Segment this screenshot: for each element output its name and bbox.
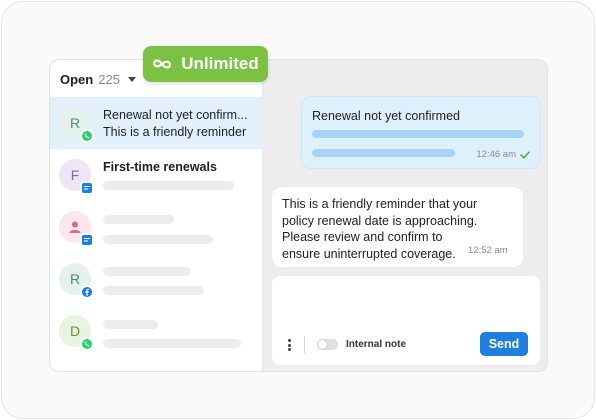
outgoing-message: This is a friendly reminder that your po…: [272, 187, 523, 267]
preview-placeholder: [103, 181, 234, 190]
avatar-initial: F: [70, 167, 80, 183]
avatar-initial: R: [69, 115, 81, 131]
conversation-item[interactable]: [50, 201, 263, 253]
title-placeholder: [103, 215, 174, 224]
checkmark-icon: [520, 150, 530, 159]
message-timestamp: 12:46 am: [476, 149, 516, 160]
message-line: Please review and confirm to: [282, 230, 443, 244]
whatsapp-icon: [80, 129, 94, 143]
send-button[interactable]: Send: [480, 332, 528, 356]
text-placeholder: [312, 130, 524, 138]
conversation-item[interactable]: D: [50, 305, 263, 357]
person-icon: [69, 221, 81, 233]
incoming-message: Renewal not yet confirmed 12:46 am: [301, 96, 541, 169]
chat-icon: [80, 233, 94, 247]
message-line: This is a friendly reminder that your: [282, 197, 478, 211]
conversation-item[interactable]: R Renewal not yet confirm... This is a f…: [50, 97, 263, 149]
chevron-down-icon: [127, 76, 136, 82]
message-composer[interactable]: Internal note Send: [272, 276, 540, 365]
inbox-filter[interactable]: Open 225: [60, 70, 136, 88]
text-placeholder: [312, 149, 455, 157]
messaging-app: Open 225 R Renewal not yet confirm... Th…: [49, 59, 548, 372]
preview-placeholder: [103, 286, 204, 295]
conversation-preview: This is a friendly reminder: [103, 125, 247, 139]
avatar-initial: D: [69, 323, 81, 339]
more-options-icon[interactable]: [288, 339, 291, 351]
internal-note-toggle[interactable]: [317, 339, 338, 350]
infinity-icon: [153, 59, 172, 69]
preview-placeholder: [103, 235, 213, 244]
message-line: policy renewal date is approaching.: [282, 213, 478, 228]
unlimited-badge: Unlimited: [143, 46, 268, 82]
chat-icon: [80, 181, 94, 195]
whatsapp-icon: [80, 337, 94, 351]
facebook-icon: [80, 285, 94, 299]
divider: [304, 336, 305, 353]
message-time: 12:46 am: [476, 149, 530, 160]
preview-placeholder: [103, 339, 241, 348]
message-text: This is a friendly reminder that your po…: [282, 196, 477, 262]
title-placeholder: [103, 320, 158, 329]
internal-note-label: Internal note: [346, 339, 407, 350]
inbox-filter-label: Open: [60, 71, 94, 87]
conversation-item[interactable]: R: [50, 253, 263, 305]
avatar-initial: R: [69, 271, 81, 287]
message-timestamp: 12:52 am: [468, 245, 508, 256]
conversation-title: First-time renewals: [103, 160, 217, 174]
title-placeholder: [103, 267, 191, 276]
conversation-list: Open 225 R Renewal not yet confirm... Th…: [50, 60, 263, 371]
message-line: ensure uninterrupted coverage.: [282, 246, 456, 261]
inbox-count: 225: [98, 71, 120, 87]
conversation-title: Renewal not yet confirm...: [103, 108, 248, 122]
unlimited-label: Unlimited: [181, 54, 259, 73]
conversation-item[interactable]: F First-time renewals: [50, 149, 263, 201]
message-text: Renewal not yet confirmed: [312, 109, 460, 123]
